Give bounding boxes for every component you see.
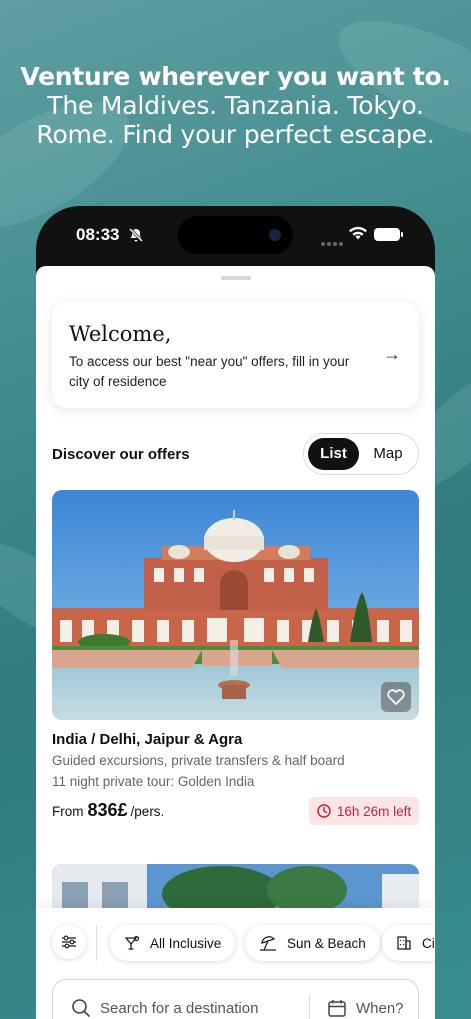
phone-frame: 08:33 Welcome, To access our best "near … bbox=[36, 206, 435, 1019]
toggle-list-button[interactable]: List bbox=[308, 438, 359, 470]
offer-title[interactable]: India / Delhi, Jaipur & Agra bbox=[52, 731, 242, 748]
sheet-grabber[interactable] bbox=[221, 276, 251, 280]
chip-label: Sun & Beach bbox=[287, 935, 366, 951]
section-title: Discover our offers bbox=[52, 446, 190, 463]
clock-icon bbox=[317, 804, 331, 818]
chip-all-inclusive[interactable]: All Inclusive bbox=[110, 925, 236, 961]
price-prefix: From bbox=[52, 804, 84, 819]
promo-headline: Venture wherever you want to. The Maldiv… bbox=[0, 62, 471, 149]
price-amount: 836£ bbox=[87, 800, 128, 820]
date-picker-button[interactable]: When? bbox=[356, 1000, 404, 1017]
offer-subtitle: Guided excursions, private transfers & h… bbox=[52, 753, 345, 768]
time-left-badge: 16h 26m left bbox=[309, 797, 419, 825]
status-time: 08:33 bbox=[76, 225, 120, 244]
chip-label: Ci bbox=[422, 935, 435, 951]
heart-icon[interactable] bbox=[381, 682, 411, 712]
chip-label: All Inclusive bbox=[150, 935, 222, 951]
bottom-toolbar: All Inclusive Sun & Beach Ci Search for … bbox=[36, 908, 435, 1019]
search-input[interactable]: Search for a destination bbox=[100, 1000, 258, 1017]
view-toggle[interactable]: List Map bbox=[303, 433, 419, 475]
sliders-icon bbox=[62, 935, 76, 949]
calendar-icon bbox=[328, 1000, 346, 1017]
status-bar: 08:33 bbox=[36, 206, 435, 266]
chip-city[interactable]: Ci bbox=[382, 925, 435, 961]
welcome-title: Welcome, bbox=[69, 322, 172, 346]
building-icon bbox=[397, 936, 411, 950]
offer-image[interactable] bbox=[52, 490, 419, 720]
offer-tour-name: 11 night private tour: Golden India bbox=[52, 774, 255, 789]
chip-sun-beach[interactable]: Sun & Beach bbox=[245, 925, 380, 961]
filter-button[interactable] bbox=[52, 925, 86, 959]
headline-line-2: The Maldives. Tanzania. Tokyo. bbox=[47, 91, 424, 120]
beach-umbrella-icon bbox=[260, 936, 276, 951]
welcome-card[interactable]: Welcome, To access our best "near you" o… bbox=[52, 302, 419, 408]
offer-price: From 836£/pers. bbox=[52, 800, 164, 821]
headline-line-1: Venture wherever you want to. bbox=[20, 62, 451, 91]
bottom-sheet: Welcome, To access our best "near you" o… bbox=[36, 266, 435, 1019]
signal-icon bbox=[321, 233, 345, 251]
battery-icon bbox=[374, 228, 403, 241]
welcome-text: To access our best "near you" offers, fi… bbox=[69, 354, 350, 389]
divider bbox=[309, 994, 310, 1019]
headline-line-3: Rome. Find your perfect escape. bbox=[36, 120, 435, 149]
time-left-text: 16h 26m left bbox=[336, 803, 412, 819]
divider bbox=[96, 925, 97, 961]
toggle-map-button[interactable]: Map bbox=[368, 438, 408, 470]
search-icon bbox=[72, 999, 90, 1017]
arrow-right-icon[interactable]: → bbox=[383, 344, 401, 365]
wifi-icon bbox=[348, 226, 368, 246]
price-suffix: /pers. bbox=[130, 804, 165, 819]
dynamic-island bbox=[178, 216, 293, 254]
cocktail-icon bbox=[124, 935, 140, 950]
search-bar[interactable]: Search for a destination When? bbox=[52, 979, 419, 1019]
bell-muted-icon bbox=[128, 227, 144, 248]
